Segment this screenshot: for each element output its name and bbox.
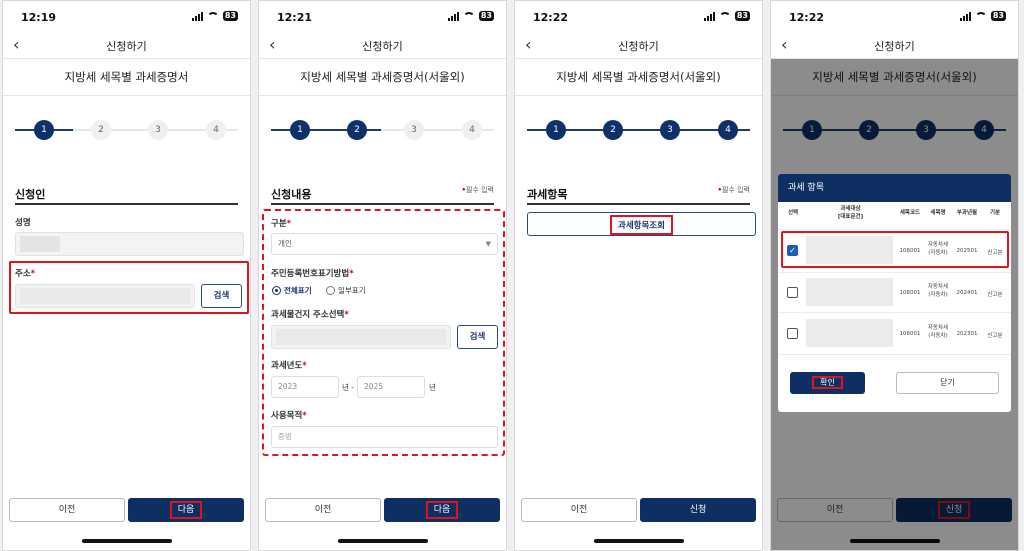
battery-icon: 83	[478, 11, 494, 21]
status-time: 12:22	[533, 11, 569, 24]
nav-title: 신청하기	[874, 40, 915, 53]
status-bar: 12:22 83	[515, 1, 762, 33]
status-bar: 12:21 83	[259, 1, 506, 33]
nav-title: 신청하기	[618, 40, 659, 53]
col-header-select: 선택	[787, 210, 799, 216]
bottom-bar: 이전 다음	[265, 498, 500, 522]
step-4: 4	[462, 120, 482, 140]
col-header-code: 세목코드	[899, 210, 921, 216]
apply-button[interactable]: 신청	[640, 498, 756, 522]
tax-name: 자동차세(자동차)	[927, 325, 949, 339]
signal-icon	[191, 11, 203, 21]
signal-icon	[959, 11, 971, 21]
step-3: 3	[660, 120, 680, 140]
wifi-icon	[718, 12, 731, 20]
close-button[interactable]: 닫기	[896, 372, 999, 394]
home-indicator	[81, 539, 172, 543]
doc-title: 지방세 세목별 과세증명서(서울외)	[515, 59, 762, 96]
nav-bar: ‹ 신청하기	[259, 33, 506, 59]
status-time: 12:22	[789, 11, 825, 24]
tax-period: 202401	[956, 290, 978, 296]
signal-icon	[447, 11, 459, 21]
tax-term: 신고분	[987, 333, 1003, 339]
highlight-box	[262, 209, 505, 456]
wifi-icon	[206, 12, 219, 20]
next-button[interactable]: 다음	[128, 498, 244, 522]
signal-icon	[703, 11, 715, 21]
section-title: 신청내용	[271, 188, 312, 201]
battery-icon: 83	[990, 11, 1006, 21]
nav-bar: ‹ 신청하기	[771, 33, 1018, 59]
bottom-bar: 이전 신청	[521, 498, 756, 522]
bottom-bar: 이전 다음	[9, 498, 244, 522]
section-header: 신청인	[15, 183, 238, 205]
section-header: 과세항목 •필수 입력	[527, 183, 750, 205]
nav-title: 신청하기	[106, 40, 147, 53]
battery-icon: 83	[734, 11, 750, 21]
tax-code: 106001	[899, 331, 921, 337]
step-2: 2	[347, 120, 367, 140]
highlight-box	[781, 231, 1009, 268]
section-title: 과세항목	[527, 188, 568, 201]
step-2: 2	[603, 120, 623, 140]
tax-code: 106001	[899, 290, 921, 296]
col-header-period: 부과년월	[956, 210, 978, 216]
stepper: 1 2 3 4	[527, 116, 750, 144]
tax-item-lookup-button[interactable]: 과세항목조회	[527, 212, 756, 236]
screen-request-details: 12:21 83 ‹ 신청하기 지방세 세목별 과세증명서(서울외) 1 2 3…	[258, 0, 507, 551]
col-header-target: 과세대상 [대표문건]	[837, 206, 864, 220]
row-checkbox[interactable]	[787, 287, 798, 298]
step-3: 3	[404, 120, 424, 140]
required-note: •필수 입력	[717, 186, 750, 194]
step-2: 2	[91, 120, 111, 140]
screen-tax-items: 12:22 83 ‹ 신청하기 지방세 세목별 과세증명서(서울외) 1 2 3…	[514, 0, 763, 551]
home-indicator	[337, 539, 428, 543]
next-button[interactable]: 다음	[384, 498, 500, 522]
screen-tax-item-modal: 12:22 83 ‹ 신청하기 지방세 세목별 과세증명서(서울외) 1 2 3…	[770, 0, 1019, 551]
battery-icon: 83	[222, 11, 238, 21]
nav-title: 신청하기	[362, 40, 403, 53]
step-4: 4	[206, 120, 226, 140]
nav-bar: ‹ 신청하기	[3, 33, 250, 59]
tax-item-modal: 과세 항목 선택 과세대상 [대표문건] 세목코드 세목명 부과년월 기분 ✓ …	[778, 174, 1011, 412]
section-title: 신청인	[15, 188, 46, 201]
tax-period: 202301	[956, 331, 978, 337]
target-value	[806, 278, 893, 306]
section-header: 신청내용 •필수 입력	[271, 183, 494, 205]
nav-bar: ‹ 신청하기	[515, 33, 762, 59]
row-checkbox[interactable]	[787, 328, 798, 339]
prev-button[interactable]: 이전	[521, 498, 637, 522]
status-bar: 12:22 83	[771, 1, 1018, 33]
step-1: 1	[34, 120, 54, 140]
modal-title: 과세 항목	[778, 174, 1011, 202]
step-3: 3	[148, 120, 168, 140]
prev-button[interactable]: 이전	[265, 498, 381, 522]
target-value	[806, 319, 893, 347]
name-field[interactable]	[15, 232, 244, 256]
stepper: 1 2 3 4	[15, 116, 238, 144]
step-1: 1	[546, 120, 566, 140]
doc-title: 지방세 세목별 과세증명서(서울외)	[259, 59, 506, 96]
prev-button[interactable]: 이전	[9, 498, 125, 522]
highlight-box	[9, 261, 249, 314]
status-bar: 12:19 83	[3, 1, 250, 33]
status-time: 12:21	[277, 11, 313, 24]
tax-name: 자동차세(자동차)	[927, 284, 949, 298]
wifi-icon	[462, 12, 475, 20]
confirm-button[interactable]: 확인	[790, 372, 865, 394]
tax-term: 신고분	[987, 292, 1003, 298]
home-indicator	[593, 539, 684, 543]
wifi-icon	[974, 12, 987, 20]
name-label: 성명	[15, 218, 31, 228]
step-1: 1	[290, 120, 310, 140]
required-note: •필수 입력	[461, 186, 494, 194]
col-header-name: 세목명	[930, 210, 946, 216]
screen-applicant: 12:19 83 ‹ 신청하기 지방세 세목별 과세증명서 1 2 3 4 신청…	[2, 0, 251, 551]
status-time: 12:19	[21, 11, 57, 24]
step-4: 4	[718, 120, 738, 140]
doc-title: 지방세 세목별 과세증명서	[3, 59, 250, 96]
stepper: 1 2 3 4	[271, 116, 494, 144]
col-header-term: 기분	[989, 210, 1001, 216]
